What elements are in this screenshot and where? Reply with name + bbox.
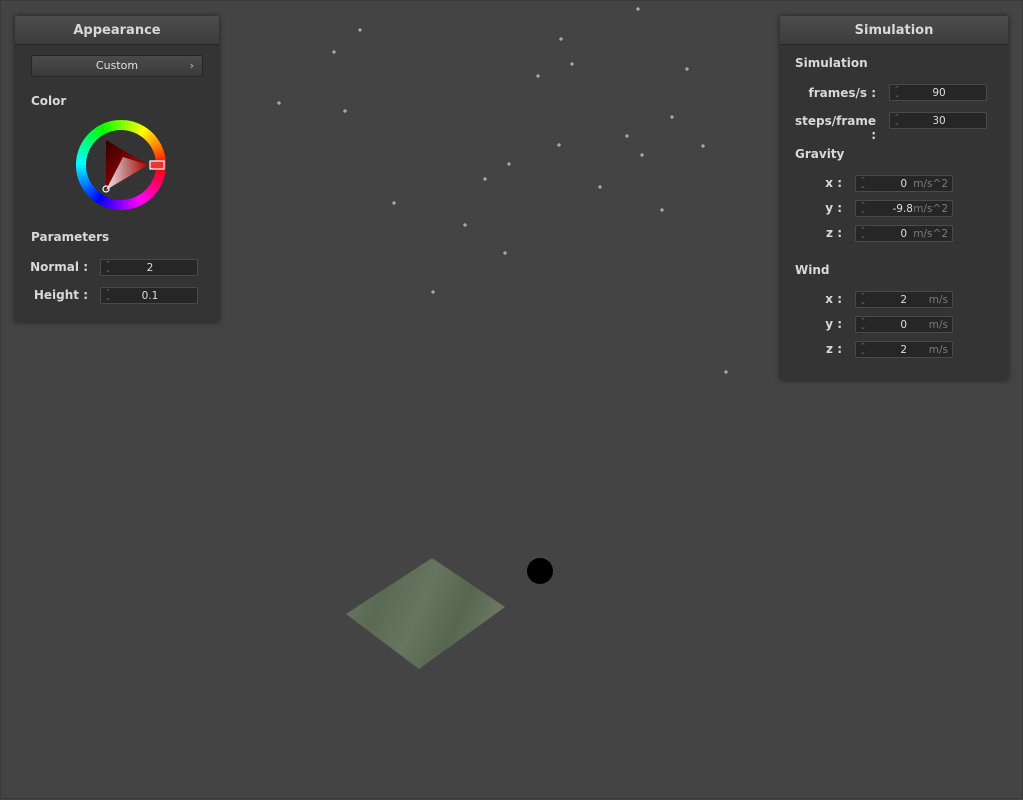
particle [535, 73, 541, 79]
particle [597, 184, 603, 190]
collision-sphere [527, 558, 553, 584]
particle [700, 143, 706, 149]
particle [639, 152, 645, 158]
particle [357, 27, 363, 33]
frames-value: 90 [932, 87, 946, 99]
steps-label: steps/frame : [794, 114, 876, 142]
particle [276, 100, 282, 106]
particle [462, 222, 468, 228]
gravity-section-label: Gravity [795, 147, 845, 161]
parameters-section-label: Parameters [31, 230, 110, 244]
particle [635, 6, 641, 12]
particle [391, 200, 397, 206]
particle [569, 61, 575, 67]
particle [558, 36, 564, 42]
color-wheel[interactable] [73, 117, 169, 213]
simulation-panel-title: Simulation [780, 16, 1008, 45]
particle [482, 176, 488, 182]
wind-y-label: y : [825, 317, 842, 331]
steps-value: 30 [932, 115, 946, 127]
gravity-z-unit: m/s^2 [913, 228, 948, 240]
chevron-right-icon: › [189, 59, 194, 72]
particle [506, 161, 512, 167]
wind-section-label: Wind [795, 263, 830, 277]
particle [502, 250, 508, 256]
preset-dropdown-button[interactable]: Custom › [31, 55, 203, 77]
particle [624, 133, 630, 139]
wind-y-input[interactable]: ⌃ ⌄ 0 m/s [855, 316, 953, 333]
appearance-panel-title: Appearance [15, 16, 219, 45]
gravity-y-input[interactable]: ⌃ ⌄ -9.8 m/s^2 [855, 200, 953, 217]
normal-label: Normal : [30, 260, 88, 274]
height-value: 0.1 [141, 290, 159, 302]
wind-x-value: 2 [900, 294, 907, 306]
gravity-z-input[interactable]: ⌃ ⌄ 0 m/s^2 [855, 225, 953, 242]
gravity-x-unit: m/s^2 [913, 178, 948, 190]
spin-arrows-icon[interactable]: ⌃ ⌄ [860, 343, 866, 356]
wind-y-value: 0 [900, 319, 907, 331]
preset-label: Custom [95, 59, 139, 72]
wind-z-unit: m/s [928, 344, 948, 356]
particle [342, 108, 348, 114]
wind-z-input[interactable]: ⌃ ⌄ 2 m/s [855, 341, 953, 358]
wind-y-unit: m/s [928, 319, 948, 331]
particle [723, 369, 729, 375]
height-input[interactable]: ⌃ ⌄ 0.1 [100, 287, 198, 304]
gravity-y-label: y : [825, 201, 842, 215]
frames-per-second-input[interactable]: ⌃ ⌄ 90 [889, 84, 987, 101]
steps-per-frame-input[interactable]: ⌃ ⌄ 30 [889, 112, 987, 129]
normal-input[interactable]: ⌃ ⌄ 2 [100, 259, 198, 276]
normal-value: 2 [146, 262, 154, 274]
wind-z-label: z : [826, 342, 842, 356]
spin-arrows-icon[interactable]: ⌃ ⌄ [860, 318, 866, 331]
gravity-x-label: x : [825, 176, 842, 190]
frames-label: frames/s : [808, 86, 876, 100]
appearance-panel: Appearance Custom › Color Parameters Nor… [15, 16, 219, 322]
particle [556, 142, 562, 148]
particle [659, 207, 665, 213]
simulation-panel: Simulation Simulation frames/s : ⌃ ⌄ 90 s… [780, 16, 1008, 380]
wind-x-label: x : [825, 292, 842, 306]
hue-selector-handle[interactable] [149, 160, 165, 170]
height-label: Height : [33, 288, 88, 302]
cloth-sheet [346, 558, 505, 669]
gravity-x-value: 0 [900, 178, 907, 190]
particle-field [276, 6, 729, 375]
particle [684, 66, 690, 72]
wind-x-input[interactable]: ⌃ ⌄ 2 m/s [855, 291, 953, 308]
spin-arrows-icon[interactable]: ⌃ ⌄ [860, 227, 866, 240]
gravity-y-value: -9.8 [892, 203, 914, 215]
wind-z-value: 2 [900, 344, 907, 356]
color-section-label: Color [31, 94, 67, 108]
gravity-x-input[interactable]: ⌃ ⌄ 0 m/s^2 [855, 175, 953, 192]
gravity-y-unit: m/s^2 [913, 203, 948, 215]
particle [669, 114, 675, 120]
particle [331, 49, 337, 55]
spin-arrows-icon[interactable]: ⌃ ⌄ [860, 202, 866, 215]
simulation-section-label: Simulation [795, 56, 868, 70]
spin-arrows-icon[interactable]: ⌃ ⌄ [860, 293, 866, 306]
gravity-z-label: z : [826, 226, 842, 240]
gravity-z-value: 0 [900, 228, 907, 240]
spin-arrows-icon[interactable]: ⌃ ⌄ [860, 177, 866, 190]
wind-x-unit: m/s [928, 294, 948, 306]
particle [430, 289, 436, 295]
